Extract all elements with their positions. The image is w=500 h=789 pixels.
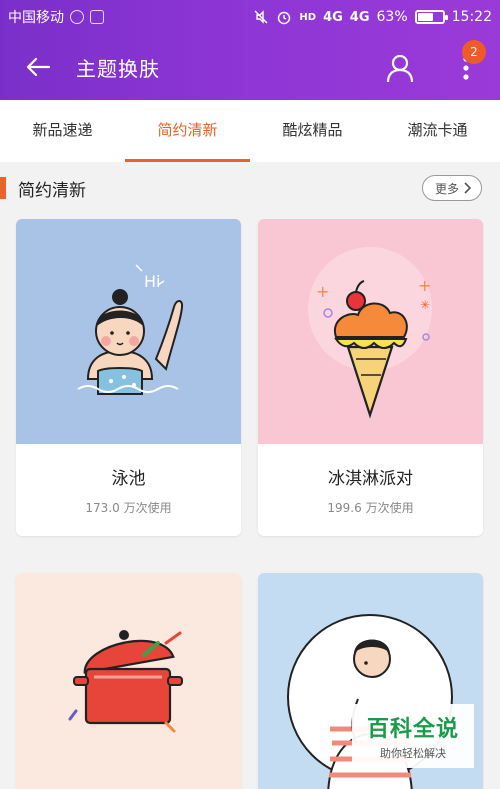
cooking-pot-illustration-icon [68, 630, 183, 733]
image-icon [90, 10, 104, 24]
app-bar: 主题换肤 [0, 34, 500, 100]
watermark-logo: 百科全说 助你轻松解决 [352, 704, 474, 768]
theme-card-ice-cream-party[interactable]: + + ✳ 冰淇淋派对 199.6 万次使用 [258, 219, 483, 536]
theme-thumbnail: + + ✳ [258, 219, 483, 444]
svg-text:+: + [418, 276, 431, 295]
ice-cream-illustration-icon: + + ✳ [308, 247, 432, 419]
carrier-label: 中国移动 [8, 10, 64, 26]
section-title: 简约清新 [18, 180, 86, 201]
more-button[interactable]: 更多 [421, 175, 482, 201]
section-accent-bar [0, 177, 6, 199]
category-tabs: 新品速递 简约清新 酷炫精品 潮流卡通 [0, 100, 500, 162]
back-arrow-icon [26, 57, 51, 77]
theme-thumbnail: Hi [16, 219, 241, 444]
status-bar: 中国移动 HD 4G 4G 63% 15:22 [0, 0, 500, 34]
svg-text:✳: ✳ [420, 298, 430, 312]
alarm-icon [278, 11, 291, 25]
theme-usage-count: 199.6 万次使用 [327, 501, 414, 515]
svg-text:Hi: Hi [144, 272, 160, 291]
tab-simple-fresh[interactable]: 简约清新 [125, 100, 250, 162]
network-label-1: 4G [323, 9, 343, 25]
swimmer-illustration-icon: Hi [77, 264, 184, 395]
watermark-title: 百科全说 [366, 717, 459, 742]
battery-icon [414, 10, 448, 24]
tab-new-arrivals[interactable]: 新品速递 [0, 100, 125, 162]
network-label-2: 4G [349, 9, 370, 25]
theme-card-pool[interactable]: Hi 泳池 173.0 万次使用 [16, 219, 241, 536]
theme-usage-count: 173.0 万次使用 [85, 501, 172, 515]
mute-icon [254, 10, 268, 24]
clock: 15:22 [451, 9, 492, 25]
back-button[interactable] [0, 34, 76, 100]
notification-icon [70, 10, 84, 24]
theme-thumbnail [16, 573, 241, 789]
svg-text:+: + [316, 282, 329, 301]
theme-name: 冰淇淋派对 [328, 469, 413, 489]
theme-name: 泳池 [111, 469, 146, 489]
page-title: 主题换肤 [76, 56, 160, 81]
tab-cool-premium[interactable]: 酷炫精品 [250, 100, 375, 162]
theme-card-cooking-pot[interactable] [16, 573, 241, 789]
tab-trendy-cartoon[interactable]: 潮流卡通 [375, 100, 500, 162]
hd-label: HD [299, 11, 317, 23]
account-button[interactable] [378, 48, 422, 88]
user-icon [386, 54, 414, 83]
chevron-right-icon [464, 182, 471, 194]
battery-percent: 63% [376, 9, 408, 25]
watermark-subtitle: 助你轻松解决 [380, 747, 446, 760]
more-label: 更多 [434, 181, 459, 196]
notification-badge: 2 [462, 40, 486, 64]
section-header: 简约清新 更多 [0, 170, 500, 206]
